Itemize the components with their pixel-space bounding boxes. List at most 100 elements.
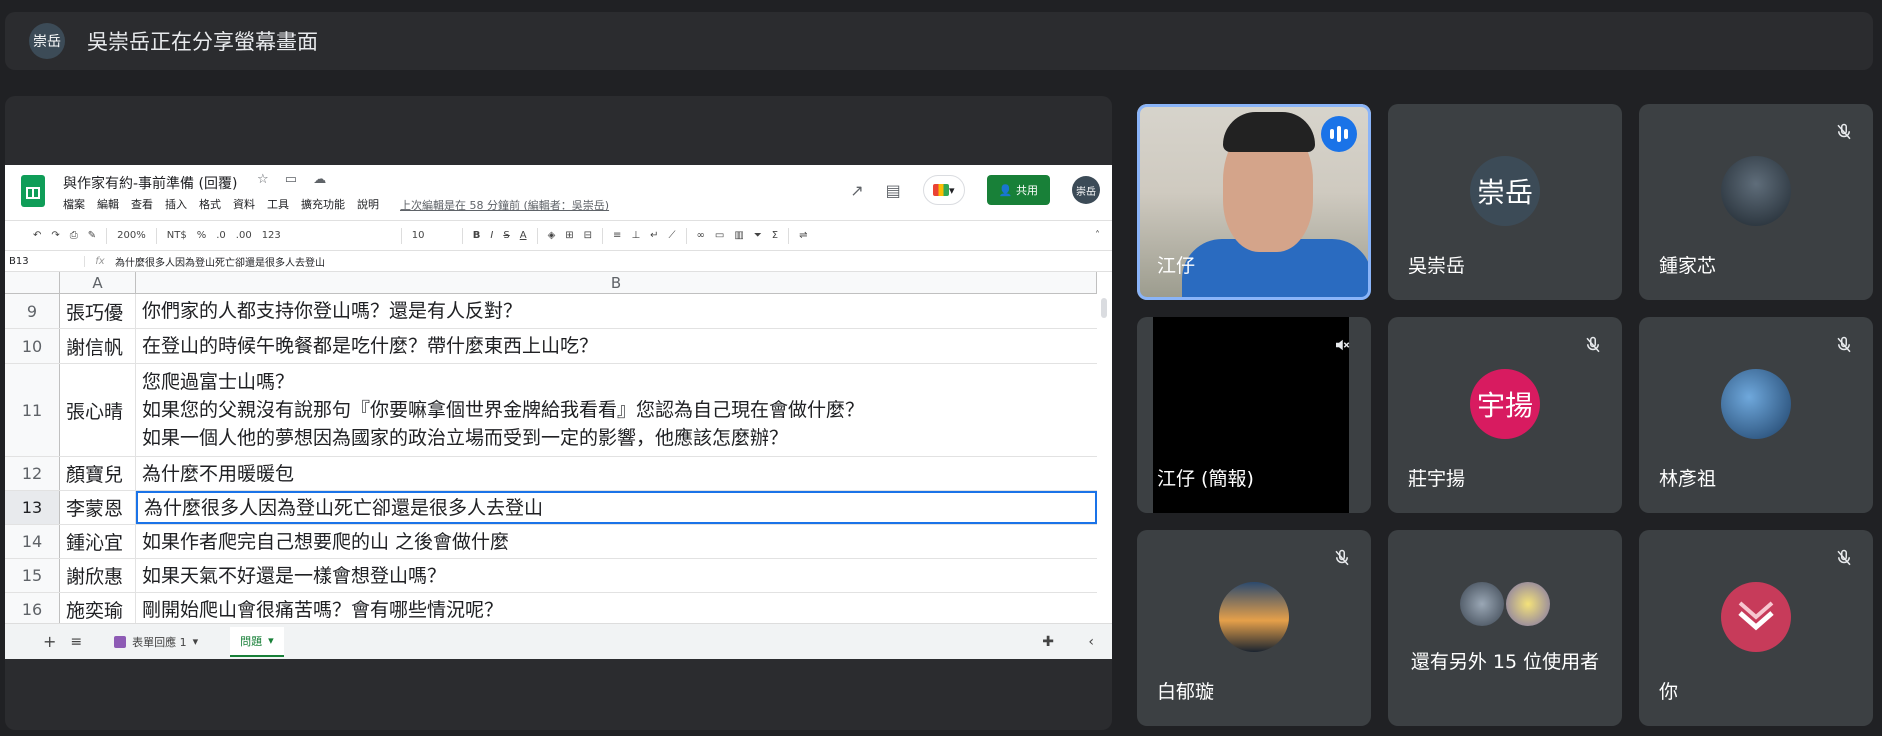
number-format-button[interactable]: 123 <box>262 230 281 241</box>
menu-insert[interactable]: 插入 <box>165 196 187 212</box>
participant-avatar: 宇揚 <box>1470 369 1540 439</box>
currency-button[interactable]: NT$ <box>167 230 187 241</box>
comment-icon[interactable]: ▤ <box>886 181 901 200</box>
functions-icon[interactable]: Σ <box>772 230 778 241</box>
cell-a[interactable]: 張巧優 <box>60 294 136 328</box>
undo-icon[interactable]: ↶ <box>33 230 41 241</box>
participant-tile[interactable]: 白郁璇 <box>1137 530 1371 726</box>
row-number[interactable]: 11 <box>5 364 60 456</box>
explore-icon[interactable]: ✚ <box>1042 634 1054 650</box>
sheets-header: 與作家有約-事前準備 (回覆) ☆ ▭ ☁ 檔案 編輯 查看 插入 格式 資料 … <box>5 165 1112 220</box>
document-title[interactable]: 與作家有約-事前準備 (回覆) <box>63 173 237 193</box>
menu-format[interactable]: 格式 <box>199 196 221 212</box>
cell-b[interactable]: 你們家的人都支持你登山嗎？還是有人反對？ <box>136 294 1097 328</box>
input-tools-icon[interactable]: ⇌ <box>799 230 807 241</box>
participant-tile[interactable]: 宇揚 莊宇揚 <box>1388 317 1622 513</box>
menu-edit[interactable]: 編輯 <box>97 196 119 212</box>
cell-b[interactable]: 如果天氣不好還是一樣會想登山嗎？ <box>136 559 1097 592</box>
header-right-tools: ↗ ▤ ▾ 👤 共用 崇岳 <box>850 175 1100 205</box>
strikethrough-button[interactable]: S <box>503 230 509 241</box>
column-header-b[interactable]: B <box>136 272 1097 294</box>
last-edit-link[interactable]: 上次編輯是在 58 分鐘前 (編輯者：吳崇岳) <box>400 197 609 213</box>
row-number[interactable]: 10 <box>5 329 60 363</box>
align-icon[interactable]: ≡ <box>613 230 621 241</box>
cell-a[interactable]: 顏寶兒 <box>60 457 136 490</box>
menu-help[interactable]: 說明 <box>357 196 379 212</box>
italic-button[interactable]: I <box>490 230 493 241</box>
user-avatar[interactable]: 崇岳 <box>1072 176 1100 204</box>
shared-spreadsheet[interactable]: 與作家有約-事前準備 (回覆) ☆ ▭ ☁ 檔案 編輯 查看 插入 格式 資料 … <box>5 165 1112 659</box>
insert-comment-icon[interactable]: ▭ <box>715 230 724 241</box>
paint-format-icon[interactable]: ✎ <box>88 230 96 241</box>
collapse-sidebar-icon[interactable]: ‹ <box>1088 634 1094 650</box>
participant-tile-self[interactable]: 你 <box>1639 530 1873 726</box>
zoom-select[interactable]: 200% <box>117 230 146 241</box>
add-sheet-icon[interactable]: + <box>43 632 56 651</box>
share-button[interactable]: 👤 共用 <box>986 175 1050 205</box>
formula-input[interactable]: 為什麼很多人因為登山死亡卻還是很多人去登山 <box>115 254 325 269</box>
participant-tile[interactable]: 崇岳 吳崇岳 <box>1388 104 1622 300</box>
rotate-icon[interactable]: ⟋ <box>669 230 676 241</box>
row-number[interactable]: 14 <box>5 525 60 558</box>
participant-tile[interactable]: 林彥祖 <box>1639 317 1873 513</box>
chart-icon[interactable]: ▥ <box>734 230 743 241</box>
more-participants-tile[interactable]: 還有另外 15 位使用者 <box>1388 530 1622 726</box>
decrease-decimal-button[interactable]: .0 <box>216 230 226 241</box>
wrap-icon[interactable]: ↵ <box>650 230 658 241</box>
participant-name: 白郁璇 <box>1157 681 1215 703</box>
tab-form-responses[interactable]: 表單回應 1 ▾ <box>104 628 208 656</box>
filter-icon[interactable]: ⏷ <box>754 230 762 241</box>
cell-b[interactable]: 為什麼不用暖暖包 <box>136 457 1097 490</box>
percent-button[interactable]: % <box>197 230 207 241</box>
row-number[interactable]: 15 <box>5 559 60 592</box>
cell-b[interactable]: 如果作者爬完自己想要爬的山 之後會做什麼 <box>136 525 1097 558</box>
cell-b[interactable]: 在登山的時候午晚餐都是吃什麼？帶什麼東西上山吃？ <box>136 329 1097 363</box>
participant-tile-video[interactable]: 江仔 <box>1137 104 1371 300</box>
valign-icon[interactable]: ⊥ <box>631 230 640 241</box>
borders-icon[interactable]: ⊞ <box>565 230 573 241</box>
redo-icon[interactable]: ↷ <box>51 230 59 241</box>
link-icon[interactable]: ∞ <box>697 230 705 241</box>
trend-icon[interactable]: ↗ <box>850 181 863 200</box>
vertical-scrollbar[interactable] <box>1101 298 1107 318</box>
fill-color-icon[interactable]: ◈ <box>548 230 556 241</box>
font-size-select[interactable]: 10 <box>412 230 452 241</box>
participant-tile[interactable]: 鍾家芯 <box>1639 104 1873 300</box>
sheet-tab-bar: + ≡ 表單回應 1 ▾ 問題 ▾ ✚ ‹ <box>5 623 1112 659</box>
corner-cell[interactable] <box>5 272 60 294</box>
menu-view[interactable]: 查看 <box>131 196 153 212</box>
column-header-a[interactable]: A <box>60 272 136 294</box>
participant-avatars-group <box>1460 582 1550 626</box>
bold-button[interactable]: B <box>473 230 481 241</box>
participant-tile-presentation[interactable]: 江仔 (簡報) <box>1137 317 1371 513</box>
collapse-toolbar-icon[interactable]: ˄ <box>1095 230 1100 241</box>
menu-extensions[interactable]: 擴充功能 <box>301 196 345 212</box>
increase-decimal-button[interactable]: .00 <box>236 230 252 241</box>
menu-file[interactable]: 檔案 <box>63 196 85 212</box>
print-icon[interactable]: ⎙ <box>70 230 78 241</box>
cell-a[interactable]: 鍾沁宜 <box>60 525 136 558</box>
mic-off-icon <box>1329 545 1355 571</box>
cell-b[interactable]: 剛開始爬山會很痛苦嗎？會有哪些情況呢？ <box>136 593 1097 626</box>
name-box[interactable]: B13 <box>5 255 85 267</box>
menu-tools[interactable]: 工具 <box>267 196 289 212</box>
row-number[interactable]: 13 <box>5 491 60 524</box>
menu-data[interactable]: 資料 <box>233 196 255 212</box>
row-number[interactable]: 12 <box>5 457 60 490</box>
cell-a[interactable]: 李蒙恩 <box>60 491 136 524</box>
text-color-button[interactable]: A <box>520 230 527 241</box>
cell-a[interactable]: 施奕瑜 <box>60 593 136 626</box>
cell-line: 如果您的父親沒有說那句『你要嘛拿個世界金牌給我看看』您認為自己現在會做什麼？ <box>142 399 865 421</box>
title-icons[interactable]: ☆ ▭ ☁ <box>257 172 332 187</box>
row-number[interactable]: 9 <box>5 294 60 328</box>
merge-icon[interactable]: ⊟ <box>584 230 592 241</box>
row-number[interactable]: 16 <box>5 593 60 626</box>
meet-button[interactable]: ▾ <box>922 175 965 205</box>
cell-a[interactable]: 謝欣惠 <box>60 559 136 592</box>
cell-a[interactable]: 張心晴 <box>60 364 136 456</box>
all-sheets-icon[interactable]: ≡ <box>70 634 82 650</box>
cell-a[interactable]: 謝信帆 <box>60 329 136 363</box>
tab-questions[interactable]: 問題 ▾ <box>230 626 284 657</box>
cell-b[interactable]: 您爬過富士山嗎？ 如果您的父親沒有說那句『你要嘛拿個世界金牌給我看看』您認為自己… <box>136 364 1097 456</box>
selected-cell-b13[interactable]: 為什麼很多人因為登山死亡卻還是很多人去登山 <box>136 491 1097 524</box>
